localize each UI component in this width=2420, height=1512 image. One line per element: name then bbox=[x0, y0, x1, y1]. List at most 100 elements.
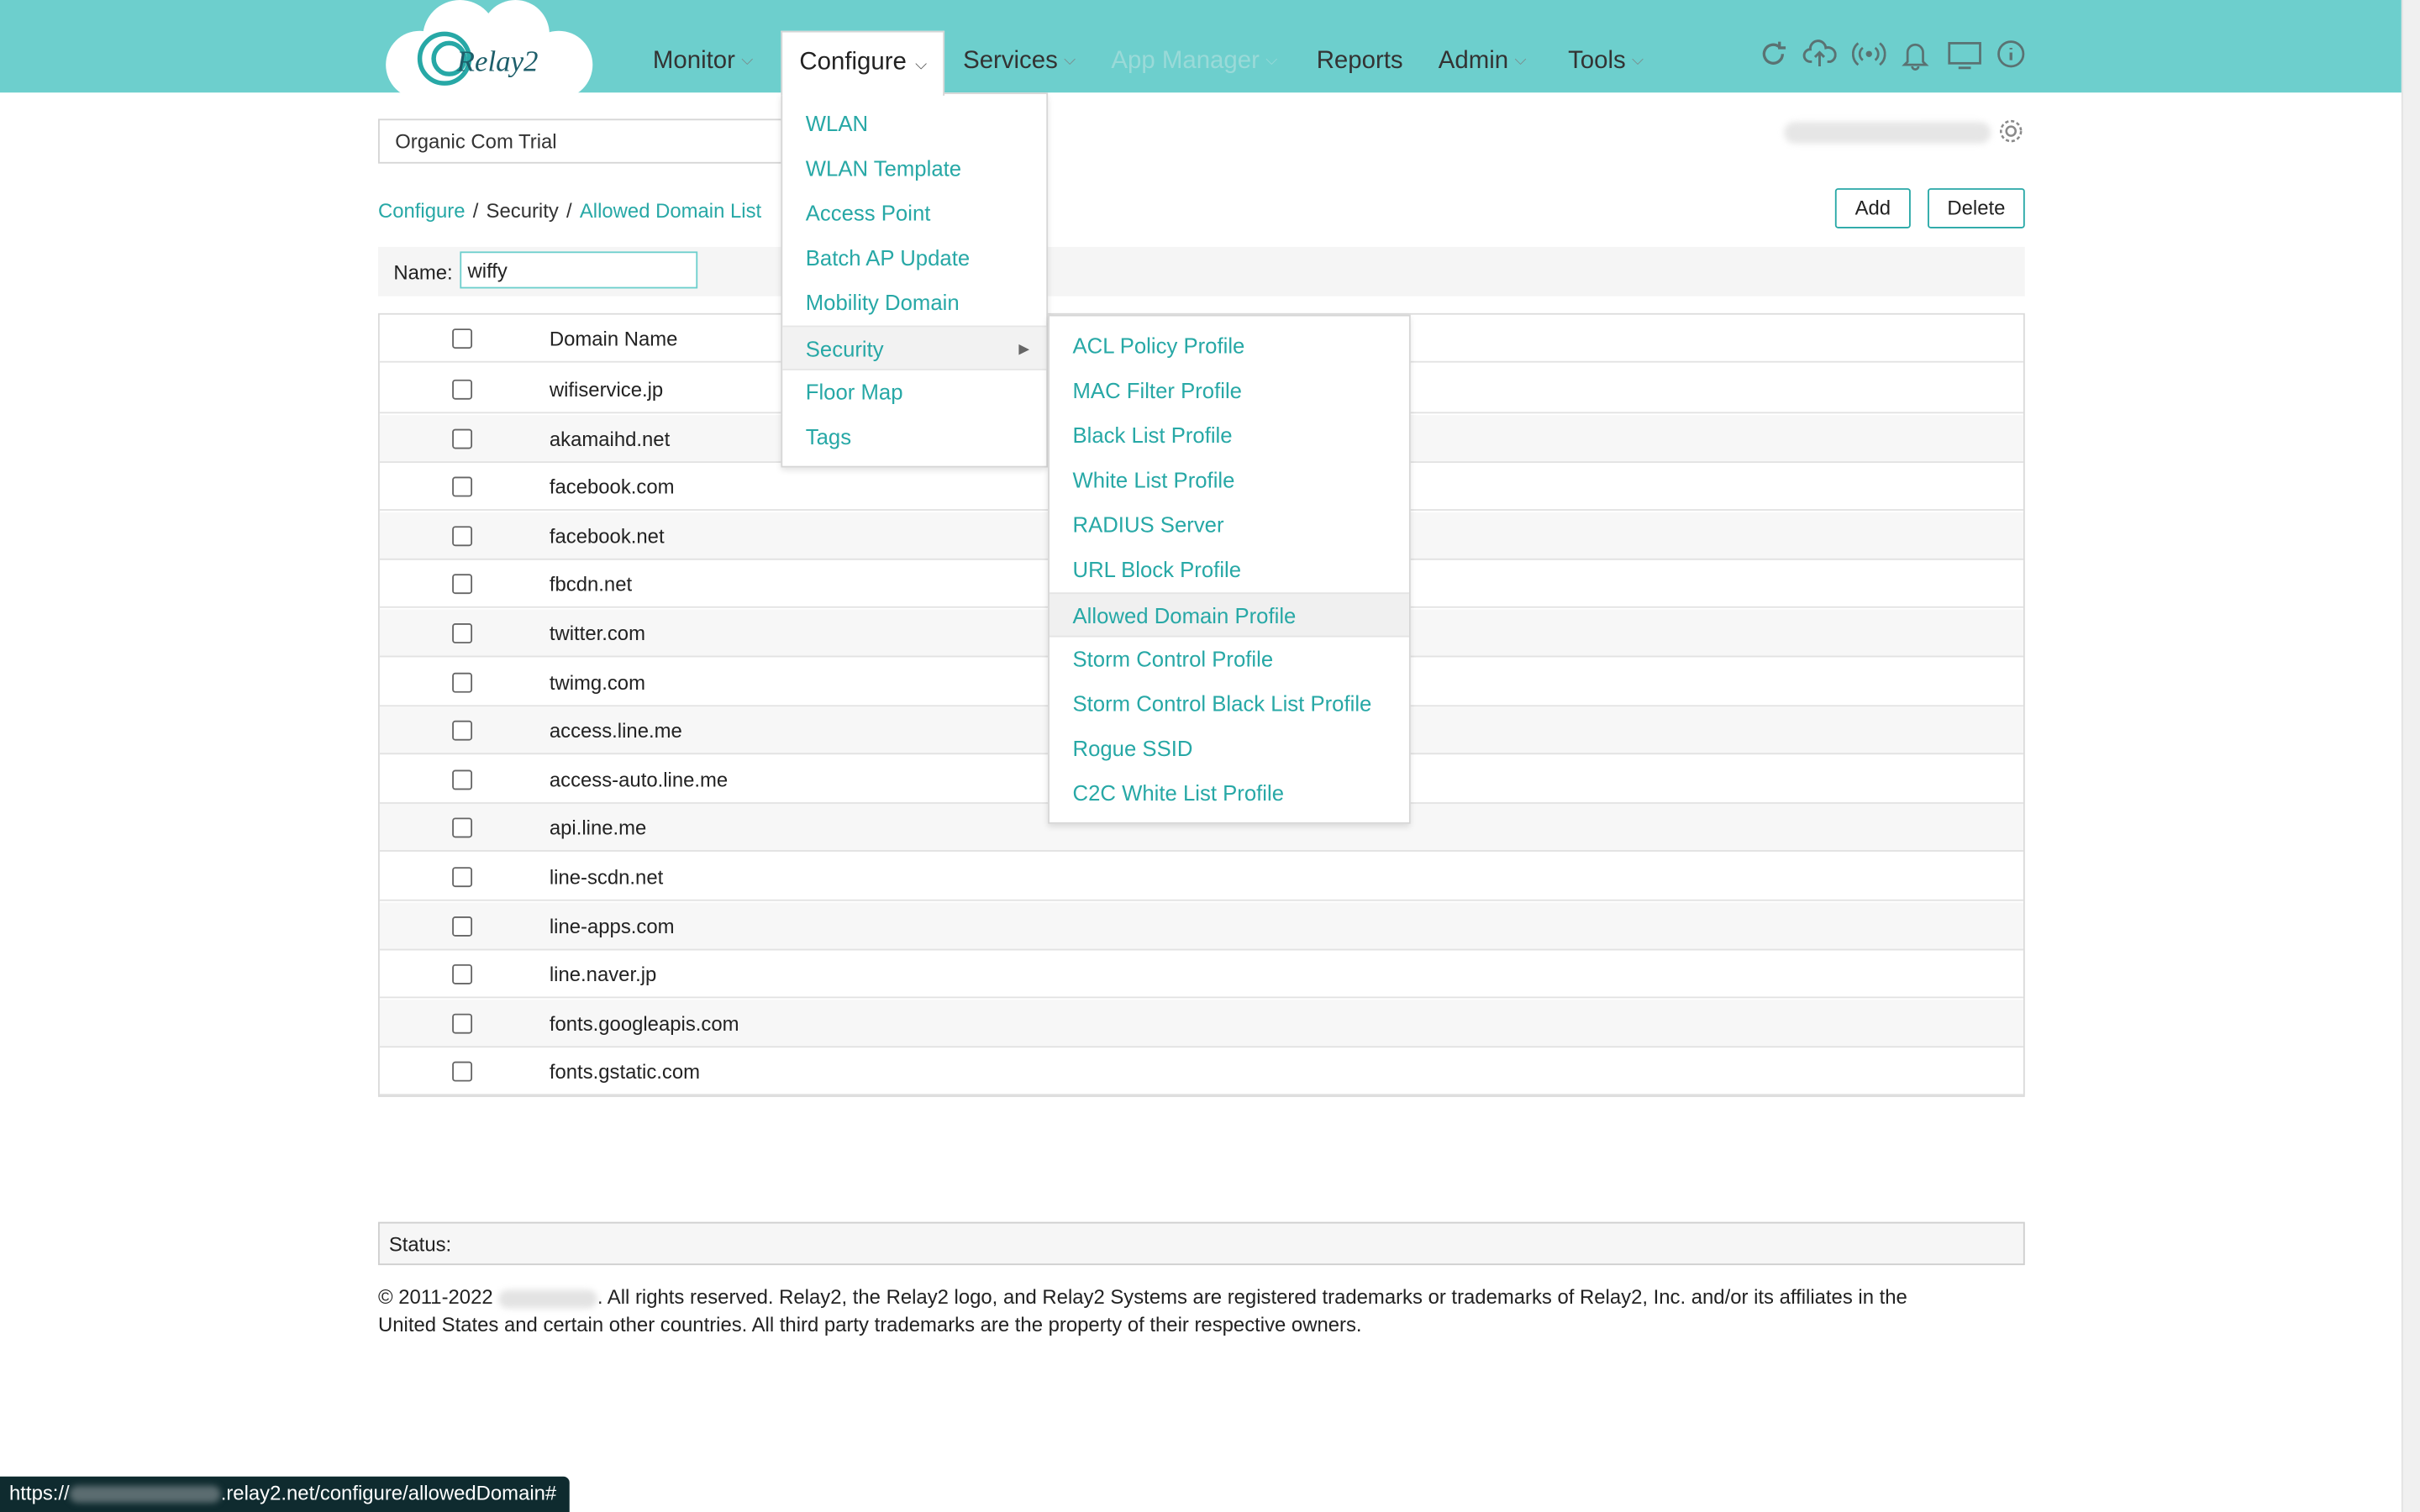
menu-item-wlan-template[interactable]: WLAN Template bbox=[782, 146, 1046, 191]
organization-select-value: Organic Com Trial bbox=[395, 129, 557, 153]
menu-item-mobility-domain[interactable]: Mobility Domain bbox=[782, 281, 1046, 325]
row-checkbox[interactable] bbox=[452, 721, 473, 741]
breadcrumb: Configure / Security / Allowed Domain List bbox=[378, 199, 761, 223]
url-subdomain-redacted bbox=[69, 1485, 221, 1504]
row-checkbox[interactable] bbox=[452, 769, 473, 790]
row-checkbox[interactable] bbox=[452, 428, 473, 449]
row-checkbox[interactable] bbox=[452, 818, 473, 839]
nav-tools[interactable]: Tools ⌵ bbox=[1568, 48, 1644, 76]
add-button[interactable]: Add bbox=[1834, 188, 1911, 228]
row-checkbox[interactable] bbox=[452, 379, 473, 400]
chevron-down-icon: ⌵ bbox=[1632, 52, 1644, 71]
vertical-scrollbar[interactable] bbox=[2401, 0, 2420, 1512]
menu-item-batch-ap-update[interactable]: Batch AP Update bbox=[782, 236, 1046, 281]
footer-text-line2: United States and certain other countrie… bbox=[377, 1313, 1362, 1336]
submenu-item-acl-policy-profile[interactable]: ACL Policy Profile bbox=[1050, 324, 1409, 369]
domain-name-cell: fbcdn.net bbox=[549, 573, 633, 596]
menu-item-security[interactable]: Security ▶ bbox=[782, 325, 1047, 370]
row-checkbox[interactable] bbox=[452, 1062, 473, 1083]
name-field-row: Name: wiffy bbox=[377, 246, 2025, 297]
user-email-redacted[interactable] bbox=[1784, 122, 1991, 144]
chevron-down-icon: ⌵ bbox=[1265, 52, 1278, 71]
nav-configure-label: Configure bbox=[799, 49, 907, 76]
table-row[interactable]: line.naver.jp bbox=[379, 951, 2023, 999]
breadcrumb-separator: / bbox=[472, 198, 479, 223]
breadcrumb-allowed-domain-list[interactable]: Allowed Domain List bbox=[580, 199, 761, 223]
nav-tools-label: Tools bbox=[1568, 47, 1626, 75]
nav-admin-label: Admin bbox=[1438, 47, 1509, 75]
nav-services[interactable]: Services ⌵ bbox=[963, 48, 1076, 76]
submenu-item-storm-control-profile[interactable]: Storm Control Profile bbox=[1050, 638, 1409, 682]
bell-icon[interactable] bbox=[1898, 37, 1932, 71]
row-checkbox[interactable] bbox=[452, 672, 473, 692]
row-checkbox[interactable] bbox=[452, 964, 473, 985]
domain-name-cell: fonts.gstatic.com bbox=[549, 1060, 701, 1084]
breadcrumb-separator: / bbox=[566, 198, 572, 223]
info-icon[interactable] bbox=[1994, 37, 2028, 71]
breadcrumb-security: Security bbox=[486, 198, 559, 223]
delete-button[interactable]: Delete bbox=[1928, 188, 2025, 228]
table-row[interactable]: line-scdn.net bbox=[379, 853, 2023, 901]
row-checkbox[interactable] bbox=[452, 574, 473, 595]
submenu-item-storm-control-black-list-profile[interactable]: Storm Control Black List Profile bbox=[1050, 682, 1409, 727]
row-checkbox[interactable] bbox=[452, 525, 473, 546]
nav-admin[interactable]: Admin ⌵ bbox=[1439, 48, 1527, 76]
submenu-item-mac-filter-profile[interactable]: MAC Filter Profile bbox=[1050, 369, 1409, 413]
row-checkbox[interactable] bbox=[452, 1013, 473, 1034]
url-prefix: https:// bbox=[9, 1481, 70, 1504]
menu-item-security-label: Security bbox=[805, 336, 884, 361]
select-all-checkbox[interactable] bbox=[452, 328, 473, 349]
organization-select[interactable]: Organic Com Trial bbox=[377, 118, 783, 164]
domain-name-cell: akamaihd.net bbox=[549, 427, 671, 450]
broadcast-icon[interactable] bbox=[1852, 37, 1886, 71]
domain-name-cell: facebook.net bbox=[549, 524, 665, 548]
submenu-item-url-block-profile[interactable]: URL Block Profile bbox=[1050, 548, 1409, 592]
submenu-item-white-list-profile[interactable]: White List Profile bbox=[1050, 458, 1409, 502]
breadcrumb-configure[interactable]: Configure bbox=[378, 199, 466, 223]
table-row[interactable]: line-apps.com bbox=[379, 901, 2023, 950]
nav-reports[interactable]: Reports bbox=[1317, 48, 1403, 76]
monitor-icon[interactable] bbox=[1944, 37, 1985, 71]
submenu-item-allowed-domain-profile[interactable]: Allowed Domain Profile bbox=[1049, 592, 1409, 638]
domain-name-cell: twitter.com bbox=[549, 622, 645, 645]
domain-name-cell: line.naver.jp bbox=[549, 963, 657, 986]
row-checkbox[interactable] bbox=[452, 476, 473, 497]
refresh-icon[interactable] bbox=[1756, 37, 1790, 71]
menu-item-wlan[interactable]: WLAN bbox=[782, 102, 1046, 146]
table-row[interactable]: fonts.googleapis.com bbox=[379, 999, 2023, 1047]
column-header-domain-name[interactable]: Domain Name bbox=[550, 327, 678, 350]
name-input-value: wiffy bbox=[467, 259, 508, 283]
chevron-down-icon: ⌵ bbox=[1064, 52, 1076, 71]
row-checkbox[interactable] bbox=[452, 916, 473, 937]
nav-configure[interactable]: Configure ⌵ bbox=[781, 30, 945, 96]
security-submenu: ACL Policy Profile MAC Filter Profile Bl… bbox=[1048, 314, 1411, 824]
domain-name-cell: twimg.com bbox=[549, 670, 645, 694]
nav-app-manager-label: App Manager bbox=[1111, 47, 1260, 75]
menu-item-access-point[interactable]: Access Point bbox=[782, 192, 1046, 236]
name-input[interactable]: wiffy bbox=[460, 251, 698, 289]
chevron-down-icon: ⌵ bbox=[915, 56, 928, 75]
submenu-item-rogue-ssid[interactable]: Rogue SSID bbox=[1050, 727, 1409, 771]
configure-dropdown-menu: WLAN WLAN Template Access Point Batch AP… bbox=[781, 92, 1049, 468]
menu-item-floor-map[interactable]: Floor Map bbox=[782, 370, 1046, 415]
row-checkbox[interactable] bbox=[452, 623, 473, 643]
nav-app-manager[interactable]: App Manager ⌵ bbox=[1111, 48, 1277, 76]
gear-icon[interactable] bbox=[1997, 118, 2025, 145]
submenu-item-c2c-white-list-profile[interactable]: C2C White List Profile bbox=[1050, 771, 1409, 816]
table-row[interactable]: fonts.gstatic.com bbox=[379, 1048, 2023, 1096]
submenu-item-black-list-profile[interactable]: Black List Profile bbox=[1050, 413, 1409, 458]
domain-name-cell: line-apps.com bbox=[549, 914, 675, 937]
domain-name-cell: access.line.me bbox=[549, 719, 682, 743]
menu-item-tags[interactable]: Tags bbox=[782, 415, 1046, 459]
link-status-url: https:// .relay2.net/configure/allowedDom… bbox=[0, 1476, 569, 1512]
nav-monitor[interactable]: Monitor ⌵ bbox=[653, 48, 753, 76]
nav-reports-label: Reports bbox=[1316, 47, 1403, 75]
nav-services-label: Services bbox=[963, 47, 1058, 75]
row-checkbox[interactable] bbox=[452, 867, 473, 888]
name-label: Name: bbox=[393, 260, 453, 284]
nav-monitor-label: Monitor bbox=[652, 47, 735, 75]
status-label: Status: bbox=[388, 1232, 452, 1257]
copyright-year: © 2011-2022 bbox=[377, 1284, 493, 1309]
submenu-item-radius-server[interactable]: RADIUS Server bbox=[1050, 503, 1409, 548]
cloud-upload-icon[interactable] bbox=[1802, 37, 1837, 71]
